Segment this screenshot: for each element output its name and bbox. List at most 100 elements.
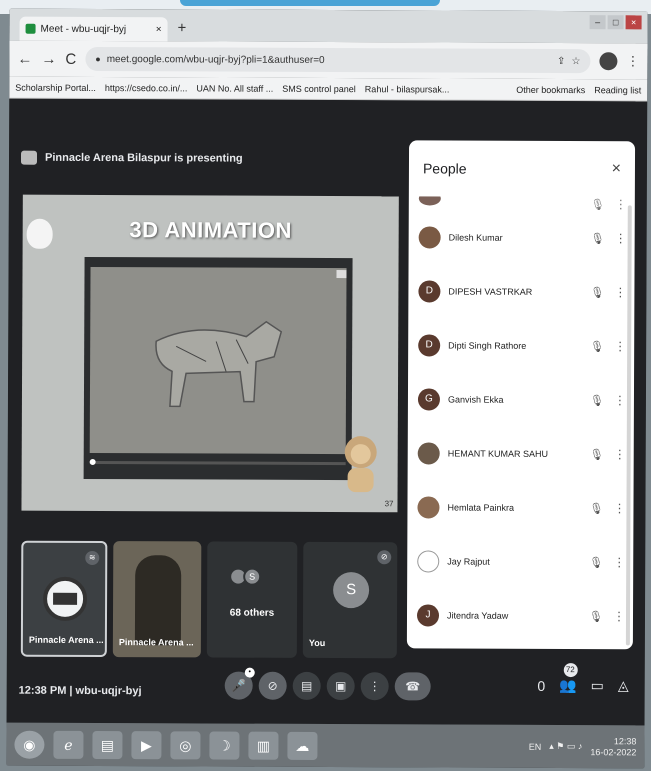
- presenting-text: Pinnacle Arena Bilaspur is presenting: [44, 151, 243, 165]
- participant-name: Dipti Singh Rathore: [448, 340, 527, 351]
- more-options-button[interactable]: ⋮: [360, 672, 389, 701]
- tile-others[interactable]: S 68 others: [206, 541, 298, 658]
- ink-mark: [180, 0, 440, 6]
- mic-off-icon: 🎙: [590, 340, 605, 353]
- bookmark-item[interactable]: Scholarship Portal...: [15, 82, 96, 92]
- activities-icon[interactable]: ◬: [618, 677, 629, 694]
- camera-toggle-button[interactable]: ⊘: [258, 671, 287, 700]
- more-icon[interactable]: ⋮: [614, 393, 626, 407]
- list-item[interactable]: D DIPESH VASTRKAR 🎙 ⋮: [408, 264, 634, 319]
- bookmark-item[interactable]: SMS control panel: [282, 83, 356, 93]
- present-button[interactable]: ▣: [326, 672, 355, 701]
- app-icon[interactable]: ☽: [209, 730, 240, 760]
- tile-pinnacle-arena-camera[interactable]: Pinnacle Arena ...: [112, 541, 202, 658]
- more-icon[interactable]: ⋮: [613, 555, 625, 569]
- mic-off-icon: 🎙: [590, 232, 605, 245]
- more-icon[interactable]: ⋮: [614, 285, 626, 299]
- tab-close-icon[interactable]: ×: [156, 24, 162, 35]
- more-icon[interactable]: ⋮: [614, 339, 626, 353]
- avatar: [418, 196, 441, 206]
- bookmark-item[interactable]: https://csedo.co.in/...: [105, 83, 188, 93]
- list-item[interactable]: Hemlata Painkra 🎙 ⋮: [407, 480, 633, 535]
- participant-name: Hemlata Painkra: [447, 502, 515, 513]
- video-progress-track[interactable]: [89, 460, 346, 466]
- reading-list[interactable]: Reading list: [594, 85, 641, 95]
- maximize-button[interactable]: □: [607, 15, 624, 30]
- bookmark-item[interactable]: Rahul - bilaspursak...: [365, 84, 450, 94]
- people-count: 72: [563, 663, 578, 678]
- clock[interactable]: 12:38 16-02-2022: [590, 736, 636, 758]
- meet-favicon-icon: [25, 23, 36, 34]
- list-item[interactable]: 🎙 ⋮: [409, 196, 635, 211]
- participant-name: DIPESH VASTRKAR: [448, 286, 533, 297]
- clock-time: 12:38: [613, 735, 637, 746]
- mic-off-icon: 🎙: [590, 286, 605, 299]
- list-item[interactable]: Jay Rajput 🎙 ⋮: [407, 534, 633, 589]
- clock-date: 16-02-2022: [590, 746, 637, 757]
- reload-icon[interactable]: C: [65, 50, 76, 67]
- bookmark-item[interactable]: UAN No. All staff ...: [196, 83, 273, 93]
- explorer-icon[interactable]: ▤: [92, 730, 123, 759]
- monitor-screen: Meet - wbu-uqjr-byj × + – □ × ← → C ● me…: [6, 8, 648, 769]
- participant-list: 🎙 ⋮ Dilesh Kumar 🎙 ⋮ D DIPESH VASTRKAR 🎙…: [407, 196, 635, 649]
- participant-tiles: ≋ Pinnacle Arena ... Pinnacle Arena ... …: [20, 540, 398, 659]
- list-item[interactable]: HEMANT KUMAR SAHU 🎙 ⋮: [408, 426, 634, 481]
- slide-page-number: 37: [384, 499, 394, 509]
- tile-you[interactable]: ⊘ S You: [302, 541, 398, 659]
- more-icon[interactable]: ⋮: [613, 609, 625, 623]
- avatar: J: [416, 604, 440, 627]
- list-item[interactable]: J Jitendra Yadaw 🎙 ⋮: [407, 588, 633, 643]
- notepad-icon[interactable]: ▥: [248, 731, 279, 760]
- chrome-icon[interactable]: ◎: [170, 730, 201, 759]
- more-icon[interactable]: ⋮: [613, 501, 625, 515]
- lock-icon: ●: [95, 53, 101, 65]
- star-icon[interactable]: ☆: [571, 56, 580, 67]
- menu-icon[interactable]: ⋮: [626, 53, 639, 69]
- mic-off-icon: ⊘: [377, 550, 392, 565]
- ie-icon[interactable]: ℯ: [53, 730, 84, 759]
- video-progress-handle[interactable]: [89, 458, 96, 465]
- more-icon[interactable]: ⋮: [615, 197, 627, 211]
- browser-tab[interactable]: Meet - wbu-uqjr-byj ×: [19, 16, 168, 42]
- close-panel-icon[interactable]: ×: [612, 160, 621, 178]
- url-field[interactable]: ● meet.google.com/wbu-uqjr-byj?pli=1&aut…: [85, 46, 591, 74]
- language-indicator[interactable]: EN: [529, 741, 542, 751]
- cloud-app-icon[interactable]: ☁: [287, 731, 318, 760]
- participant-name: [449, 204, 581, 205]
- presenting-banner: Pinnacle Arena Bilaspur is presenting: [20, 150, 243, 166]
- more-icon[interactable]: ⋮: [614, 447, 626, 461]
- tray-icons[interactable]: ▴ ⚑ ▭ ♪: [549, 741, 582, 752]
- start-button[interactable]: ◉: [14, 730, 45, 759]
- leave-call-button[interactable]: ☎: [394, 672, 431, 701]
- participant-name: Ganvish Ekka: [447, 394, 504, 405]
- media-player-icon[interactable]: ▶: [131, 730, 162, 759]
- minimize-button[interactable]: –: [589, 15, 606, 30]
- captions-button[interactable]: ▤: [292, 671, 321, 700]
- people-title: People: [422, 160, 467, 177]
- tile-pinnacle-arena[interactable]: ≋ Pinnacle Arena ...: [20, 540, 108, 658]
- mic-toggle-button[interactable]: 🎤 •: [224, 667, 255, 700]
- horse-wireframe-image: [155, 320, 283, 408]
- windows-taskbar: ◉ ℯ ▤ ▶ ◎ ☽ ▥ ☁ EN ▴ ⚑ ▭ ♪ 12:38 16-02-2…: [6, 722, 645, 769]
- close-window-button[interactable]: ×: [625, 15, 642, 30]
- profile-avatar[interactable]: [599, 52, 618, 71]
- people-button[interactable]: 👥 72: [559, 663, 578, 694]
- chat-icon[interactable]: ▭: [591, 677, 604, 694]
- embedded-video[interactable]: [83, 256, 353, 481]
- share-icon[interactable]: ⇪: [557, 56, 565, 67]
- other-bookmarks[interactable]: Other bookmarks: [516, 84, 585, 94]
- new-tab-icon[interactable]: +: [178, 19, 187, 36]
- side-controls: 0 👥 72 ▭ ◬: [537, 663, 629, 694]
- participant-name: Jitendra Yadaw: [446, 610, 509, 621]
- more-icon[interactable]: ⋮: [615, 231, 627, 245]
- forward-icon[interactable]: →: [41, 50, 56, 67]
- mic-off-icon: 🎙: [589, 556, 604, 569]
- avatar: D: [418, 280, 441, 303]
- info-icon[interactable]: 0: [537, 677, 545, 693]
- list-item[interactable]: D Dipti Singh Rathore 🎙 ⋮: [408, 318, 634, 373]
- back-icon[interactable]: ←: [17, 50, 32, 67]
- list-item[interactable]: G Ganvish Ekka 🎙 ⋮: [408, 372, 634, 427]
- system-tray: EN ▴ ⚑ ▭ ♪ 12:38 16-02-2022: [529, 735, 637, 757]
- video-frame: [89, 266, 347, 455]
- list-item[interactable]: Dilesh Kumar 🎙 ⋮: [409, 210, 635, 265]
